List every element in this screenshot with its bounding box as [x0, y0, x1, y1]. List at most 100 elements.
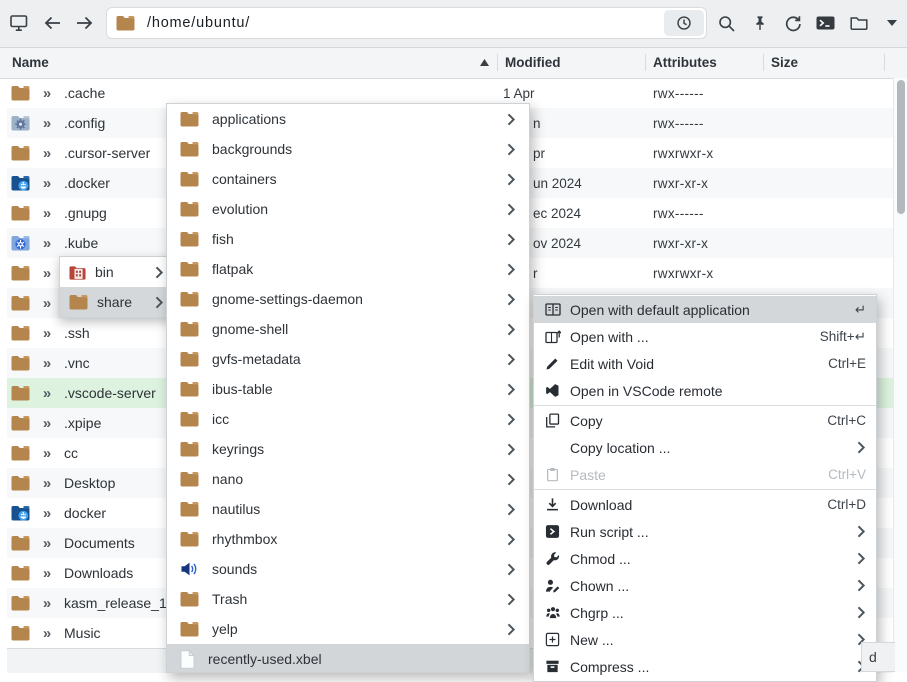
expand-chevrons-icon[interactable]: » — [38, 146, 56, 161]
expand-chevrons-icon[interactable]: » — [38, 476, 56, 491]
folder-icon — [180, 261, 199, 277]
submenu-item-nano[interactable]: nano — [167, 464, 529, 494]
menu-item-chmod[interactable]: Chmod ... — [534, 545, 876, 572]
expand-chevrons-icon[interactable]: » — [38, 296, 56, 311]
chevron-right-icon — [507, 143, 516, 156]
submenu-item-flatpak[interactable]: flatpak — [167, 254, 529, 284]
column-divider[interactable] — [763, 54, 764, 71]
menu-item-download[interactable]: DownloadCtrl+D — [534, 491, 876, 518]
flyout-item-bin[interactable]: bin — [60, 257, 173, 287]
folder-outline-button[interactable] — [842, 12, 875, 34]
menu-item-chown[interactable]: Chown ... — [534, 572, 876, 599]
pin-button[interactable] — [743, 12, 776, 34]
refresh-button[interactable] — [776, 12, 809, 34]
menu-item-edit-with-void[interactable]: Edit with VoidCtrl+E — [534, 350, 876, 377]
expand-chevrons-icon[interactable]: » — [38, 416, 56, 431]
caret-down-button[interactable] — [875, 12, 907, 34]
expand-chevrons-icon[interactable]: » — [38, 596, 56, 611]
menu-item-compress[interactable]: Compress ... — [534, 653, 876, 680]
menu-shortcut: Ctrl+C — [827, 413, 866, 428]
terminal-button[interactable] — [809, 12, 842, 34]
column-size[interactable]: Size — [771, 47, 798, 78]
submenu-item-recently-used.xbel[interactable]: recently-used.xbel — [167, 644, 529, 673]
history-button[interactable] — [664, 10, 704, 36]
menu-item-paste: PasteCtrl+V — [534, 461, 876, 488]
menu-item-chgrp[interactable]: Chgrp ... — [534, 599, 876, 626]
column-divider[interactable] — [645, 54, 646, 71]
run-icon — [545, 524, 560, 539]
column-divider[interactable] — [497, 54, 498, 71]
file-name: Desktop — [64, 475, 115, 491]
scrollbar-thumb[interactable] — [897, 80, 905, 214]
column-divider[interactable] — [884, 54, 885, 71]
caret-down-icon — [887, 20, 897, 26]
submenu-item-backgrounds[interactable]: backgrounds — [167, 134, 529, 164]
expand-chevrons-icon[interactable]: » — [38, 446, 56, 461]
submenu-item-label: gnome-shell — [212, 321, 507, 337]
folder-icon — [10, 415, 30, 431]
column-attributes[interactable]: Attributes — [653, 47, 717, 78]
submenu-item-gnome-settings-daemon[interactable]: gnome-settings-daemon — [167, 284, 529, 314]
back-button[interactable] — [40, 12, 64, 34]
menu-item-copy-location[interactable]: Copy location ... — [534, 434, 876, 461]
expand-chevrons-icon[interactable]: » — [38, 206, 56, 221]
chevron-right-icon — [857, 579, 866, 592]
column-name[interactable]: Name — [12, 47, 49, 78]
file-name: .ssh — [64, 325, 90, 341]
expand-chevrons-icon[interactable]: » — [38, 266, 56, 281]
share-folder-flyout: applicationsbackgroundscontainersevoluti… — [166, 103, 530, 673]
submenu-item-sounds[interactable]: sounds — [167, 554, 529, 584]
submenu-item-containers[interactable]: containers — [167, 164, 529, 194]
display-button[interactable] — [8, 12, 32, 34]
menu-item-open-with[interactable]: Open with ...Shift+↵ — [534, 323, 876, 350]
submenu-item-ibus-table[interactable]: ibus-table — [167, 374, 529, 404]
expand-chevrons-icon[interactable]: » — [38, 176, 56, 191]
expand-chevrons-icon[interactable]: » — [38, 626, 56, 641]
submenu-item-Trash[interactable]: Trash — [167, 584, 529, 614]
folder-icon — [180, 231, 199, 247]
flyout-item-share[interactable]: share — [60, 287, 173, 317]
forward-button[interactable] — [72, 12, 96, 34]
submenu-item-applications[interactable]: applications — [167, 104, 529, 134]
chevron-right-icon — [507, 263, 516, 276]
scrollbar[interactable] — [893, 78, 907, 672]
path-input[interactable]: /home/ubuntu/ — [106, 7, 707, 39]
expand-chevrons-icon[interactable]: » — [38, 326, 56, 341]
submenu-item-evolution[interactable]: evolution — [167, 194, 529, 224]
submenu-item-gnome-shell[interactable]: gnome-shell — [167, 314, 529, 344]
menu-shortcut: Ctrl+D — [827, 497, 866, 512]
submenu-item-fish[interactable]: fish — [167, 224, 529, 254]
submenu-item-icc[interactable]: icc — [167, 404, 529, 434]
expand-chevrons-icon[interactable]: » — [38, 236, 56, 251]
menu-item-label: Chmod ... — [570, 551, 631, 567]
submenu-item-rhythmbox[interactable]: rhythmbox — [167, 524, 529, 554]
folder-outline-icon — [850, 15, 868, 31]
submenu-item-yelp[interactable]: yelp — [167, 614, 529, 644]
submenu-item-label: gvfs-metadata — [212, 351, 507, 367]
column-modified[interactable]: Modified — [505, 47, 561, 78]
folder-icon — [180, 531, 199, 547]
expand-chevrons-icon[interactable]: » — [38, 356, 56, 371]
expand-chevrons-icon[interactable]: » — [38, 86, 56, 101]
menu-item-run-script[interactable]: Run script ... — [534, 518, 876, 545]
expand-chevrons-icon[interactable]: » — [38, 536, 56, 551]
menu-item-new[interactable]: New ... — [534, 626, 876, 653]
menu-item-open-in-vscode-remote[interactable]: Open in VSCode remote — [534, 377, 876, 404]
menu-item-label: Paste — [570, 467, 606, 483]
folder-icon — [10, 145, 30, 161]
search-button[interactable] — [710, 12, 743, 34]
menu-item-open-with-default-application[interactable]: Open with default application↵ — [534, 296, 876, 323]
submenu-item-nautilus[interactable]: nautilus — [167, 494, 529, 524]
submenu-item-gvfs-metadata[interactable]: gvfs-metadata — [167, 344, 529, 374]
expand-chevrons-icon[interactable]: » — [38, 566, 56, 581]
file-name: Downloads — [64, 565, 133, 581]
expand-chevrons-icon[interactable]: » — [38, 116, 56, 131]
submenu-item-keyrings[interactable]: keyrings — [167, 434, 529, 464]
expand-chevrons-icon[interactable]: » — [38, 386, 56, 401]
folder-icon — [180, 351, 199, 367]
vscode-icon — [545, 383, 560, 398]
expand-chevrons-icon[interactable]: » — [38, 506, 56, 521]
folder-icon — [10, 325, 30, 341]
menu-item-copy[interactable]: CopyCtrl+C — [534, 407, 876, 434]
submenu-item-label: rhythmbox — [212, 531, 507, 547]
